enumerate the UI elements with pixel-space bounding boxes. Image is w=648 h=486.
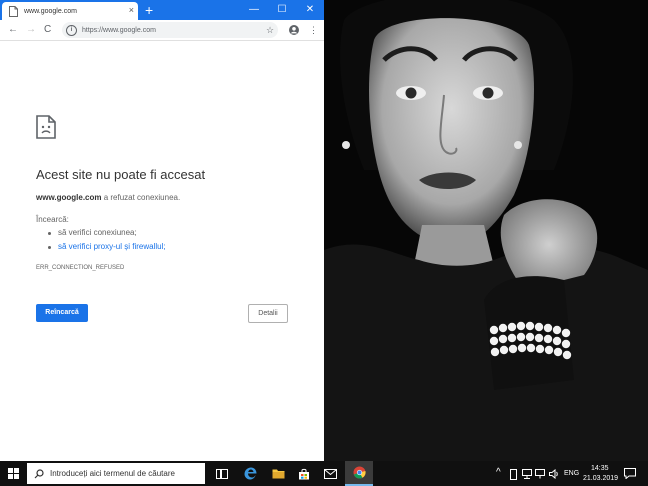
task-view-button[interactable] [210, 461, 234, 486]
forward-button[interactable]: → [26, 23, 36, 37]
mail-button[interactable] [318, 461, 342, 486]
suggestion-check-connection: să verifici conexiunea; [58, 228, 137, 237]
close-window-button[interactable]: ✕ [296, 0, 324, 20]
task-view-icon [216, 468, 228, 479]
error-heading: Acest site nu poate fi accesat [36, 167, 206, 182]
try-label: Încearcă: [36, 215, 69, 224]
reload-icon[interactable]: C [44, 23, 51, 37]
mail-icon [323, 468, 337, 479]
page-icon [9, 5, 18, 17]
store-button[interactable] [292, 461, 316, 486]
error-page: Acest site nu poate fi accesat www.googl… [0, 41, 324, 461]
clock-date[interactable]: 21.03.2019 [583, 475, 618, 482]
menu-icon[interactable]: ⋮ [309, 23, 318, 37]
browser-toolbar: ← → C i https://www.google.com ☆ ⋮ [0, 20, 324, 41]
maximize-button[interactable]: ☐ [268, 0, 296, 20]
minimize-button[interactable]: — [240, 0, 268, 20]
profile-icon[interactable] [289, 25, 299, 35]
error-host-message: a refuzat conexiunea. [101, 193, 181, 202]
language-indicator[interactable]: ENG [564, 470, 579, 477]
folder-icon [272, 469, 284, 479]
new-tab-button[interactable]: + [145, 1, 153, 19]
details-button[interactable]: Detalii [248, 304, 288, 323]
address-url: https://www.google.com [82, 26, 156, 34]
network-icon[interactable] [535, 469, 545, 479]
volume-icon[interactable] [549, 469, 560, 479]
back-button[interactable]: ← [8, 23, 18, 37]
clock-time[interactable]: 14:35 [591, 465, 609, 472]
chrome-taskbar-button[interactable] [345, 461, 373, 486]
edge-button[interactable] [238, 461, 262, 486]
edge-icon [244, 467, 256, 480]
store-icon [299, 468, 309, 479]
wallpaper-photo [324, 0, 648, 461]
tab-title: www.google.com [24, 7, 77, 15]
bullet [48, 232, 51, 235]
taskbar-search-box[interactable]: Introduceți aici termenul de căutare [27, 463, 205, 484]
error-message: www.google.com a refuzat conexiunea. [36, 193, 180, 202]
error-host: www.google.com [36, 193, 102, 202]
taskbar: Introduceți aici termenul de căutare ^ E… [0, 461, 648, 486]
bullet [48, 246, 51, 249]
start-button[interactable] [0, 461, 27, 486]
tab-close-icon[interactable]: × [129, 5, 134, 15]
tray-show-hidden-icon[interactable]: ^ [496, 467, 501, 478]
title-bar: www.google.com × + — ☐ ✕ [0, 0, 324, 20]
info-icon[interactable]: i [66, 24, 77, 36]
reload-button[interactable]: Reîncarcă [36, 304, 88, 322]
device-icon[interactable] [510, 469, 517, 480]
search-icon [34, 468, 44, 478]
search-placeholder: Introduceți aici termenul de căutare [50, 469, 175, 478]
chrome-icon [353, 466, 366, 479]
error-code: ERR_CONNECTION_REFUSED [36, 265, 125, 271]
portrait-image [324, 0, 648, 461]
address-bar[interactable]: i https://www.google.com [62, 22, 278, 38]
bookmark-star-icon[interactable]: ☆ [266, 23, 274, 37]
file-explorer-button[interactable] [266, 461, 290, 486]
sad-page-icon [36, 115, 56, 139]
suggestion-check-proxy-link[interactable]: să verifici proxy-ul și firewallul; [58, 242, 166, 251]
browser-window: www.google.com × + — ☐ ✕ ← → C i https:/… [0, 0, 324, 461]
browser-tab[interactable]: www.google.com × [2, 2, 138, 20]
windows-logo-icon [8, 468, 19, 479]
notifications-icon[interactable] [624, 468, 636, 479]
network-icon[interactable] [522, 469, 532, 479]
